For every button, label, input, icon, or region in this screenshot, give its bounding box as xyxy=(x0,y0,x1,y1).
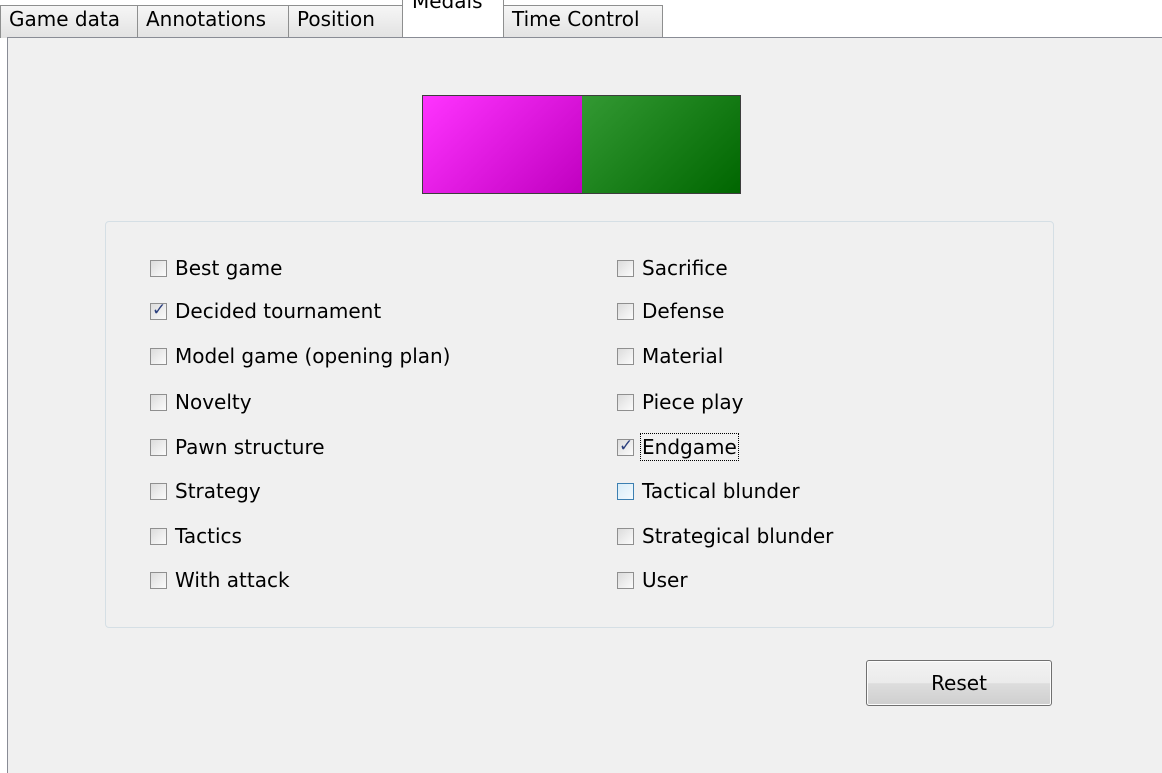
tab-medals[interactable]: Medals xyxy=(402,0,504,29)
medal-tactics[interactable]: Tactics xyxy=(150,522,242,550)
checkbox-label: With attack xyxy=(175,568,290,592)
checkbox[interactable] xyxy=(150,347,167,365)
tab-strip: Game data Annotations Position Medals Ti… xyxy=(0,0,1162,38)
checkbox-label: Best game xyxy=(175,256,283,280)
medal-best-game[interactable]: Best game xyxy=(150,254,282,282)
checkbox[interactable] xyxy=(617,393,634,411)
tab-position[interactable]: Position xyxy=(288,5,403,38)
medal-decided-tournament[interactable]: ✓ Decided tournament xyxy=(150,297,381,325)
checkbox-label: Sacrifice xyxy=(642,256,728,280)
tab-annotations[interactable]: Annotations xyxy=(137,5,289,38)
medal-strategical-blunder[interactable]: Strategical blunder xyxy=(617,522,833,550)
checkmark-icon: ✓ xyxy=(619,435,634,456)
checkbox-label: Strategical blunder xyxy=(642,524,834,548)
checkbox[interactable] xyxy=(150,527,167,545)
medal-novelty[interactable]: Novelty xyxy=(150,388,252,416)
tab-game-data[interactable]: Game data xyxy=(0,5,138,38)
tab-label: Game data xyxy=(9,7,120,31)
medal-model-game[interactable]: Model game (opening plan) xyxy=(150,342,451,370)
checkmark-icon: ✓ xyxy=(152,299,167,320)
checkbox-label: Model game (opening plan) xyxy=(175,344,451,368)
medal-sacrifice[interactable]: Sacrifice xyxy=(617,254,728,282)
checkbox[interactable]: ✓ xyxy=(617,435,634,456)
checkbox[interactable] xyxy=(617,259,634,277)
checkbox-label: Strategy xyxy=(175,479,261,503)
checkbox[interactable] xyxy=(150,259,167,277)
medal-preview xyxy=(422,95,741,194)
checkbox-label: Defense xyxy=(642,299,725,323)
checkbox-label: Endgame xyxy=(640,433,739,461)
checkbox-label: Piece play xyxy=(642,390,744,414)
medal-user[interactable]: User xyxy=(617,566,688,594)
medal-pawn-structure[interactable]: Pawn structure xyxy=(150,433,325,461)
checkbox[interactable] xyxy=(617,571,634,589)
checkbox[interactable] xyxy=(617,482,634,500)
checkbox-label: Pawn structure xyxy=(175,435,325,459)
tab-time-control[interactable]: Time Control xyxy=(503,5,663,38)
checkbox[interactable] xyxy=(617,527,634,545)
medal-endgame[interactable]: ✓ Endgame xyxy=(617,433,739,461)
medal-strategy[interactable]: Strategy xyxy=(150,477,261,505)
medal-material[interactable]: Material xyxy=(617,342,723,370)
checkbox[interactable] xyxy=(150,393,167,411)
checkbox[interactable] xyxy=(617,347,634,365)
medal-with-attack[interactable]: With attack xyxy=(150,566,290,594)
tab-label: Annotations xyxy=(146,7,267,31)
medal-tactical-blunder[interactable]: Tactical blunder xyxy=(617,477,800,505)
medal-color-right xyxy=(581,96,740,193)
checkbox-label: User xyxy=(642,568,688,592)
tab-label: Medals xyxy=(412,0,483,13)
reset-button[interactable]: Reset xyxy=(866,660,1052,706)
checkbox-label: Novelty xyxy=(175,390,252,414)
medal-defense[interactable]: Defense xyxy=(617,297,724,325)
checkbox-label: Tactics xyxy=(175,524,242,548)
medal-piece-play[interactable]: Piece play xyxy=(617,388,743,416)
checkbox[interactable] xyxy=(617,302,634,320)
reset-button-label: Reset xyxy=(931,671,987,695)
checkbox[interactable] xyxy=(150,571,167,589)
tab-label: Position xyxy=(297,7,375,31)
checkbox-label: Tactical blunder xyxy=(642,479,800,503)
medal-color-left xyxy=(423,96,582,193)
checkbox[interactable] xyxy=(150,438,167,456)
checkbox-label: Material xyxy=(642,344,724,368)
checkbox[interactable]: ✓ xyxy=(150,299,167,320)
tab-label: Time Control xyxy=(512,7,640,31)
checkbox[interactable] xyxy=(150,482,167,500)
checkbox-label: Decided tournament xyxy=(175,299,382,323)
